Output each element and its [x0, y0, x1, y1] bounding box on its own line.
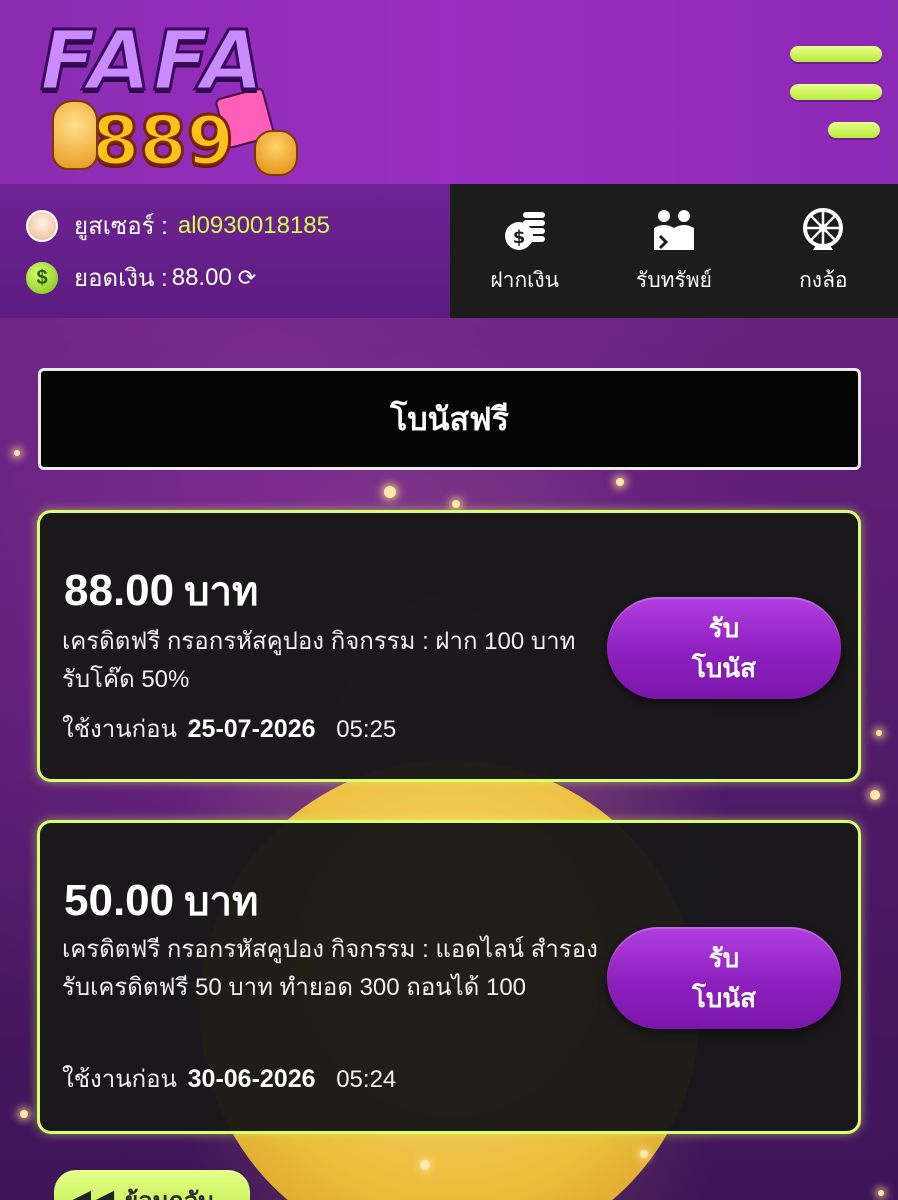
bonus-amount-unit: บาท: [184, 570, 259, 614]
refresh-icon[interactable]: ⟳: [238, 265, 256, 291]
sparkle-decoration: [616, 478, 624, 486]
back-label: ย้อนกลับ: [124, 1181, 213, 1200]
claim-bonus-button[interactable]: รับ โบนัส: [607, 597, 841, 699]
bonus-amount-value: 50.00: [64, 876, 175, 925]
sparkle-decoration: [640, 1150, 648, 1158]
claim-bonus-button[interactable]: รับ โบนัส: [607, 927, 841, 1029]
expiry-date: 25-07-2026: [187, 715, 316, 743]
bonus-card: 88.00 บาท เครดิตฟรี กรอกรหัสคูปอง กิจกรรม…: [37, 510, 861, 782]
sparkle-decoration: [384, 486, 396, 498]
user-info-panel: ยูสเซอร์ : al0930018185 $ ยอดเงิน : 88.0…: [0, 184, 450, 318]
sparkle-decoration: [420, 1160, 430, 1170]
referral-button[interactable]: รับทรัพย์: [599, 184, 748, 318]
bonus-expiry: ใช้งานก่อน 30-06-2026 05:24: [62, 1059, 396, 1098]
balance-row: $ ยอดเงิน : 88.00 ⟳: [26, 258, 256, 297]
deposit-label: ฝากเงิน: [490, 268, 559, 292]
bonus-amount-unit: บาท: [184, 880, 259, 924]
bonus-expiry: ใช้งานก่อน 25-07-2026 05:25: [62, 709, 396, 748]
sparkle-decoration: [870, 790, 880, 800]
avatar-icon: [26, 209, 58, 242]
referral-label: รับทรัพย์: [636, 268, 712, 292]
logo-wordmark: FAFA: [39, 13, 266, 111]
balance-value: 88.00: [171, 263, 232, 291]
bonus-card: 50.00 บาท เครดิตฟรี กรอกรหัสคูปอง กิจกรรม…: [37, 820, 861, 1134]
sparkle-decoration: [20, 1110, 28, 1118]
expiry-time: 05:24: [336, 1066, 397, 1093]
sparkle-decoration: [452, 500, 460, 508]
wheel-label: กงล้อ: [799, 268, 848, 292]
username-label: ยูสเซอร์ :: [74, 213, 168, 240]
wheel-icon: [803, 207, 844, 250]
logo-number: 889: [91, 101, 236, 183]
rewind-icon: ◀◀: [68, 1183, 115, 1200]
tiger-mascot-icon: [254, 130, 298, 176]
username-value: al0930018185: [177, 211, 330, 239]
username-row: ยูสเซอร์ : al0930018185: [26, 206, 330, 245]
claim-button-line2: โบนัส: [691, 983, 757, 1013]
coin-stack-icon: $: [504, 211, 545, 250]
bonus-amount: 88.00 บาท: [64, 559, 258, 623]
sparkle-decoration: [878, 1190, 884, 1196]
dollar-coin-icon: $: [26, 261, 58, 294]
balance-label: ยอดเงิน :: [74, 265, 168, 292]
claim-button-line2: โบนัส: [691, 653, 757, 683]
bonus-description: เครดิตฟรี กรอกรหัสคูปอง กิจกรรม : แอดไลน…: [62, 936, 598, 1001]
deposit-button[interactable]: $ ฝากเงิน: [450, 184, 599, 318]
quick-actions-bar: $ ฝากเงิน รับทรัพย์ กงล้อ: [450, 184, 898, 318]
bonus-amount: 50.00 บาท: [64, 869, 258, 933]
sparkle-decoration: [14, 450, 20, 456]
bonus-description: เครดิตฟรี กรอกรหัสคูปอง กิจกรรม : ฝาก 10…: [62, 628, 576, 693]
hamburger-menu-icon[interactable]: [788, 44, 882, 140]
expiry-time: 05:25: [336, 716, 397, 743]
lucky-cat-icon: [52, 100, 98, 170]
page-title: โบนัสฟรี: [38, 368, 861, 470]
claim-button-line1: รับ: [708, 943, 740, 973]
expiry-label: ใช้งานก่อน: [62, 1066, 177, 1093]
bonus-amount-value: 88.00: [64, 566, 175, 615]
people-icon: [653, 209, 694, 250]
svg-text:$: $: [512, 227, 525, 248]
expiry-date: 30-06-2026: [187, 1065, 316, 1093]
expiry-label: ใช้งานก่อน: [62, 716, 177, 743]
wheel-button[interactable]: กงล้อ: [749, 184, 898, 318]
claim-button-line1: รับ: [708, 613, 740, 643]
top-header: FAFA 889: [0, 0, 898, 184]
back-button[interactable]: ◀◀ ย้อนกลับ: [54, 1170, 250, 1200]
brand-logo[interactable]: FAFA 889: [39, 13, 310, 183]
sparkle-decoration: [876, 730, 882, 736]
